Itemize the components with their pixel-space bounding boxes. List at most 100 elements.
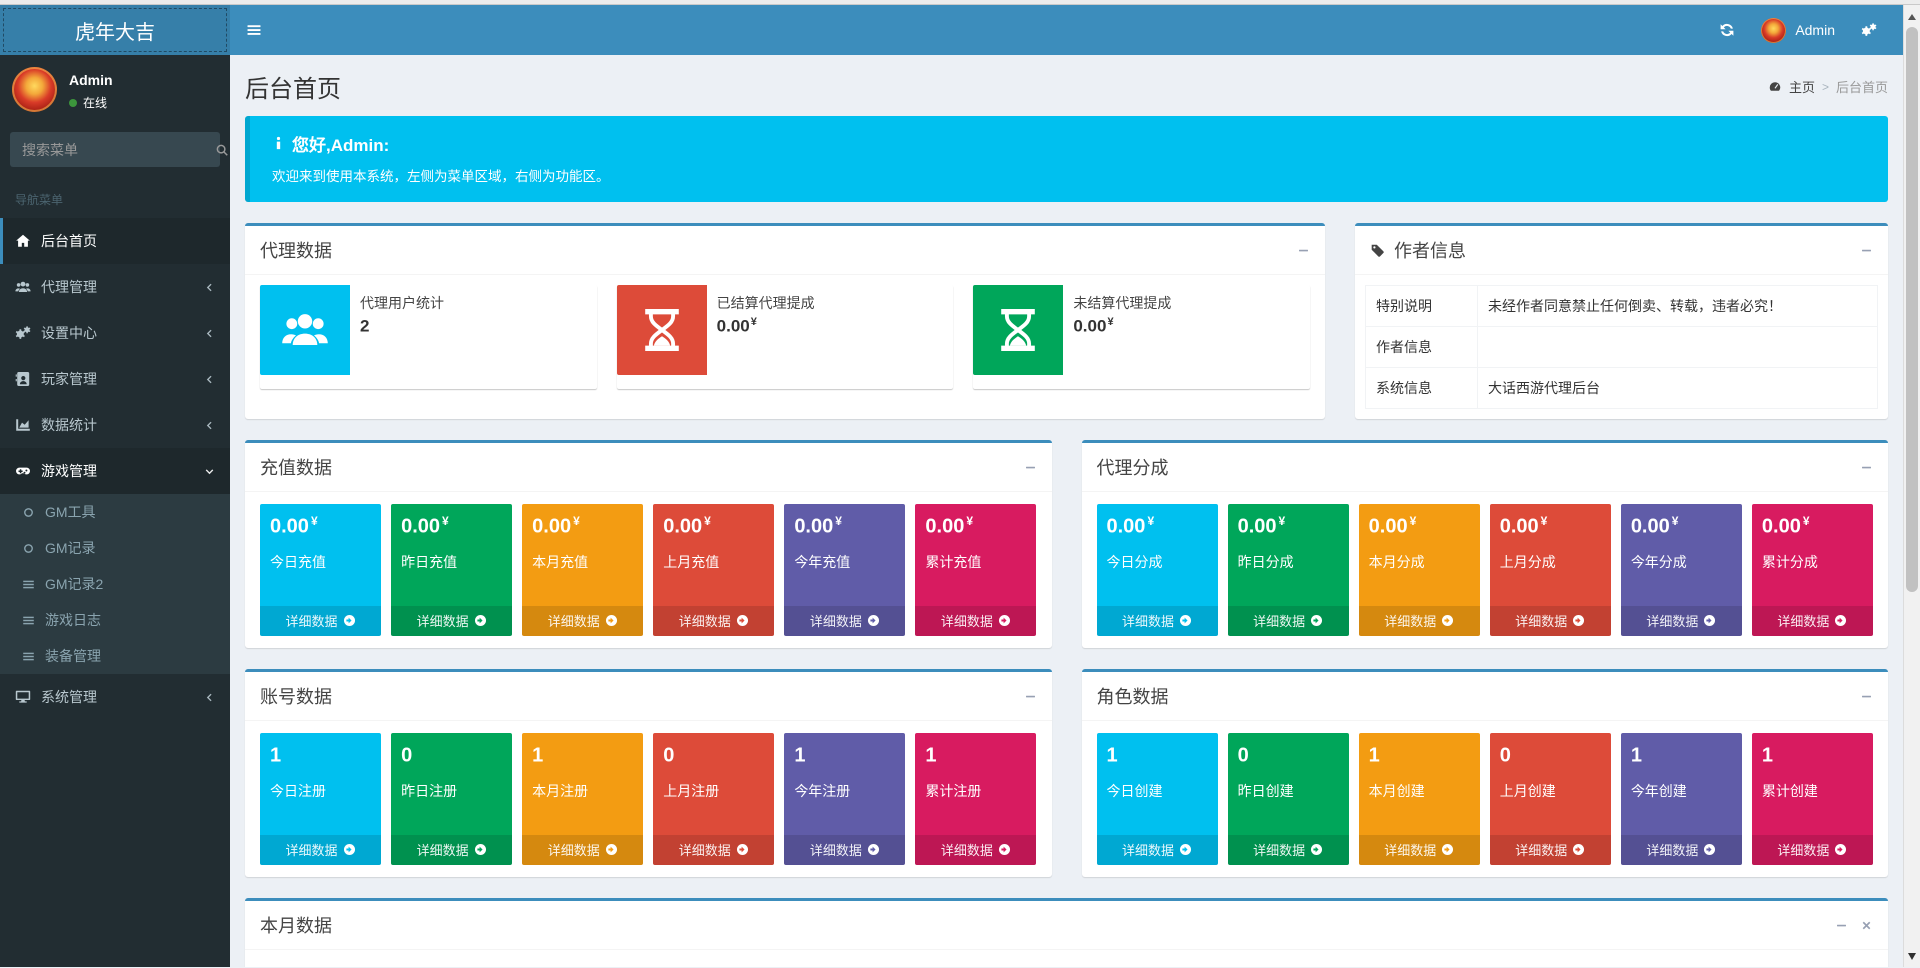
scroll-up-arrow-icon[interactable] xyxy=(1908,14,1916,20)
arrow-circle-right-icon xyxy=(1179,843,1192,856)
top-navbar: Admin xyxy=(230,5,1903,55)
detail-data-link[interactable]: 详细数据 xyxy=(1097,606,1218,636)
collapse-icon[interactable] xyxy=(1860,461,1873,474)
stat-label: 今日注册 xyxy=(270,781,371,801)
table-row: 系统信息 大话西游代理后台 xyxy=(1366,368,1878,409)
cogs-icon xyxy=(15,325,31,341)
detail-data-link[interactable]: 详细数据 xyxy=(915,606,1036,636)
sidebar-item-games[interactable]: 游戏管理 xyxy=(0,448,230,494)
sidebar-item-gm-tools[interactable]: GM工具 xyxy=(0,494,230,530)
sidebar-item-gm-log[interactable]: GM记录 xyxy=(0,530,230,566)
arrow-circle-right-icon xyxy=(867,614,880,627)
arrow-circle-right-icon xyxy=(1310,843,1323,856)
detail-data-link[interactable]: 详细数据 xyxy=(1621,835,1742,865)
collapse-icon[interactable] xyxy=(1860,690,1873,703)
stat-value: 0.00¥ xyxy=(1500,514,1601,539)
detail-data-link[interactable]: 详细数据 xyxy=(1621,606,1742,636)
arrow-circle-right-icon xyxy=(1179,614,1192,627)
stat-value: 0.00¥ xyxy=(1369,514,1470,539)
vertical-scrollbar[interactable] xyxy=(1903,5,1920,967)
collapse-icon[interactable] xyxy=(1835,919,1848,932)
author-info-table: 特别说明 未经作者同意禁止任何倒卖、转载，违者必究！ 作者信息 系统信息 大话西… xyxy=(1365,285,1878,409)
detail-data-link[interactable]: 详细数据 xyxy=(784,835,905,865)
box-title: 充值数据 xyxy=(260,454,332,480)
stat-small-box: 1 今日注册 详细数据 xyxy=(260,733,381,865)
collapse-icon[interactable] xyxy=(1024,690,1037,703)
stat-label: 本月注册 xyxy=(532,781,633,801)
sidebar-item-system[interactable]: 系统管理 xyxy=(0,674,230,720)
scrollbar-thumb[interactable] xyxy=(1906,27,1918,592)
stat-value: 0 xyxy=(1500,743,1601,768)
detail-data-link[interactable]: 详细数据 xyxy=(522,835,643,865)
sidebar-search xyxy=(10,132,220,167)
refresh-icon[interactable] xyxy=(1719,22,1735,38)
stat-label: 累计分成 xyxy=(1762,552,1863,572)
detail-data-link[interactable]: 详细数据 xyxy=(1359,606,1480,636)
detail-data-link[interactable]: 详细数据 xyxy=(1752,606,1873,636)
list-icon xyxy=(22,614,35,627)
stat-label: 累计注册 xyxy=(925,781,1026,801)
sidebar-item-settings[interactable]: 设置中心 xyxy=(0,310,230,356)
detail-data-link[interactable]: 详细数据 xyxy=(915,835,1036,865)
sidebar-item-players[interactable]: 玩家管理 xyxy=(0,356,230,402)
dashboard-icon xyxy=(1768,80,1782,94)
detail-data-link[interactable]: 详细数据 xyxy=(1490,835,1611,865)
collapse-icon[interactable] xyxy=(1297,244,1310,257)
sidebar-toggle-button[interactable] xyxy=(230,5,278,55)
chart-icon xyxy=(15,417,31,433)
scroll-down-arrow-icon[interactable] xyxy=(1908,953,1916,960)
detail-data-link[interactable]: 详细数据 xyxy=(260,835,381,865)
detail-data-link[interactable]: 详细数据 xyxy=(1490,606,1611,636)
app-logo[interactable]: 虎年大吉 xyxy=(0,5,230,55)
stat-label: 上月充值 xyxy=(663,552,764,572)
detail-data-link[interactable]: 详细数据 xyxy=(653,606,774,636)
arrow-circle-right-icon xyxy=(1834,614,1847,627)
detail-data-link[interactable]: 详细数据 xyxy=(391,835,512,865)
stat-value: 0.00¥ xyxy=(401,514,502,539)
close-icon[interactable] xyxy=(1860,919,1873,932)
stat-small-box: 0.00¥ 上月充值 详细数据 xyxy=(653,504,774,636)
stat-small-box: 0.00¥ 今年分成 详细数据 xyxy=(1621,504,1742,636)
arrow-circle-right-icon xyxy=(867,843,880,856)
detail-data-link[interactable]: 详细数据 xyxy=(260,606,381,636)
stat-value: 0.00¥ xyxy=(794,514,895,539)
list-icon xyxy=(22,578,35,591)
sidebar-item-gm-log2[interactable]: GM记录2 xyxy=(0,566,230,602)
breadcrumb-home-link[interactable]: 主页 xyxy=(1789,77,1815,96)
stat-label: 今日创建 xyxy=(1107,781,1208,801)
chevron-left-icon xyxy=(204,374,215,385)
gears-icon[interactable] xyxy=(1861,22,1877,38)
breadcrumb-home-link[interactable] xyxy=(1768,80,1782,94)
detail-data-link[interactable]: 详细数据 xyxy=(784,606,905,636)
stat-value: 0.00¥ xyxy=(270,514,371,539)
table-row: 作者信息 xyxy=(1366,327,1878,368)
stat-label: 累计创建 xyxy=(1762,781,1863,801)
navbar-user-menu[interactable]: Admin xyxy=(1761,18,1835,43)
sidebar-item-equipment[interactable]: 装备管理 xyxy=(0,638,230,674)
user-avatar xyxy=(12,67,57,112)
detail-data-link[interactable]: 详细数据 xyxy=(1228,606,1349,636)
account-data-box: 账号数据 1 今日注册 详细数据 0 昨日注册 详细数据 1 本月注册 xyxy=(245,669,1052,877)
author-row-label: 特别说明 xyxy=(1366,286,1478,327)
detail-data-link[interactable]: 详细数据 xyxy=(1097,835,1218,865)
sidebar-item-stats[interactable]: 数据统计 xyxy=(0,402,230,448)
stat-small-box: 0 昨日注册 详细数据 xyxy=(391,733,512,865)
detail-data-link[interactable]: 详细数据 xyxy=(653,835,774,865)
detail-data-link[interactable]: 详细数据 xyxy=(1228,835,1349,865)
collapse-icon[interactable] xyxy=(1860,244,1873,257)
chevron-left-icon xyxy=(204,282,215,293)
detail-data-link[interactable]: 详细数据 xyxy=(391,606,512,636)
sidebar-item-agents[interactable]: 代理管理 xyxy=(0,264,230,310)
detail-data-link[interactable]: 详细数据 xyxy=(522,606,643,636)
detail-data-link[interactable]: 详细数据 xyxy=(1359,835,1480,865)
collapse-icon[interactable] xyxy=(1024,461,1037,474)
sidebar-item-game-log[interactable]: 游戏日志 xyxy=(0,602,230,638)
detail-data-link[interactable]: 详细数据 xyxy=(1752,835,1873,865)
info-box-value: 0.00¥ xyxy=(717,316,815,337)
search-icon[interactable] xyxy=(215,132,229,167)
content-area: 后台首页 主页 > 后台首页 您好,Admin: 欢迎来到使用本系统，左侧为菜单… xyxy=(230,55,1903,967)
stat-small-box: 0.00¥ 上月分成 详细数据 xyxy=(1490,504,1611,636)
search-input[interactable] xyxy=(10,132,215,167)
author-row-label: 作者信息 xyxy=(1366,327,1478,368)
sidebar-item-home[interactable]: 后台首页 xyxy=(0,218,230,264)
